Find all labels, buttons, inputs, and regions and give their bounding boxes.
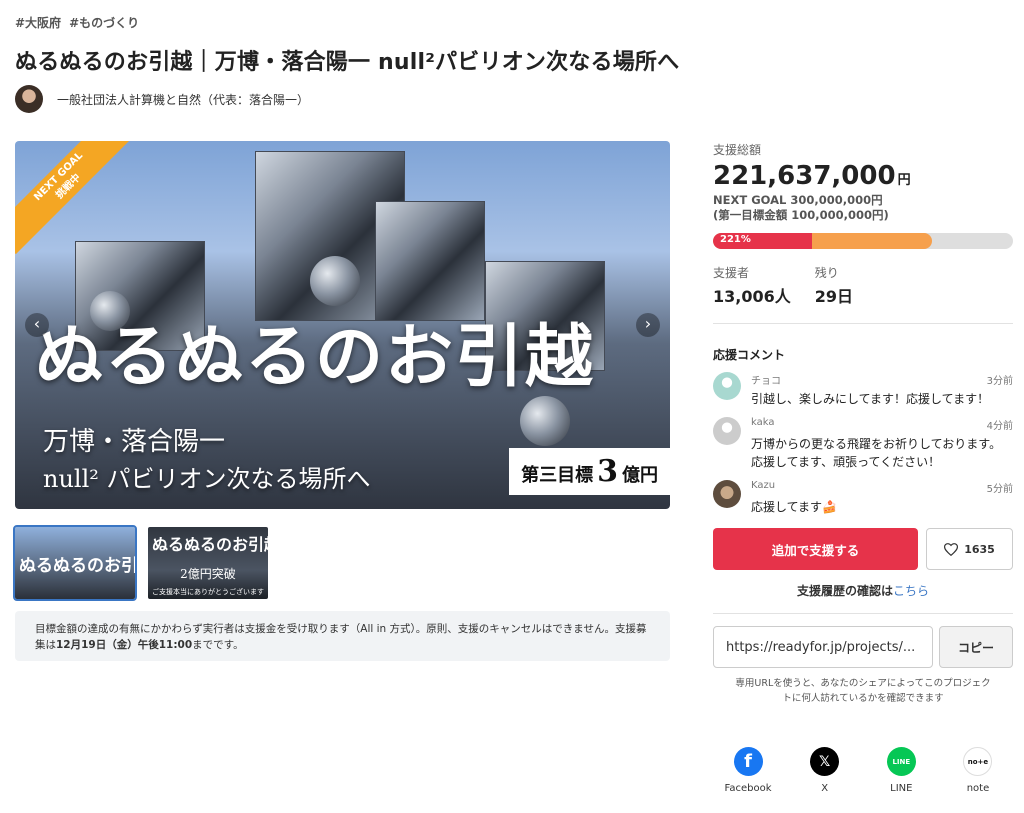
comments-section: 応援コメント チョコ 3分前 引越し、楽しみにしてます！応援してます！ kaka 4…	[713, 346, 1013, 516]
comment-item: Kazu 5分前 応援してます🍰	[713, 480, 1013, 516]
divider	[713, 613, 1013, 614]
copy-button[interactable]: コピー	[939, 626, 1013, 668]
share-note[interactable]: no+e note	[948, 747, 1008, 794]
owner-name: 一般社団法人計算機と自然（代表：落合陽一）	[57, 92, 310, 107]
notice-text-end: までです。	[192, 639, 244, 651]
history-text: 支援履歴の確認は	[796, 584, 893, 598]
comments-title: 応援コメント	[713, 348, 786, 362]
heart-icon	[944, 542, 959, 556]
amount-currency: 円	[897, 173, 911, 188]
third-goal-badge: 第三目標 3 億円	[509, 448, 670, 495]
share-label: Facebook	[724, 783, 772, 794]
all-in-notice: 目標金額の達成の有無にかかわらず実行者は支援金を受け取ります（All in 方式…	[15, 611, 670, 661]
line-icon: LINE	[886, 747, 916, 776]
carousel-next-arrow-icon[interactable]: ›	[636, 313, 660, 337]
facebook-icon: f	[733, 747, 763, 776]
badge-prefix: 第三目標	[521, 465, 594, 486]
supporters-stat: 支援者 13,006人	[713, 264, 791, 307]
supporters-label: 支援者	[713, 266, 750, 280]
thumbnail-caption: ご支援本当にありがとうございます	[152, 588, 264, 596]
like-count: 1635	[964, 542, 995, 556]
commenter-avatar	[713, 372, 741, 400]
progress-percent: 221%	[720, 234, 751, 245]
badge-number: 3	[597, 454, 618, 489]
commenter-avatar	[713, 417, 741, 445]
notice-deadline: 12月19日（金）午後11:00	[56, 639, 193, 651]
hero-sphere-shape	[310, 256, 360, 306]
thumbnail-2[interactable]: ぬるぬるのお引越 2億円突破 ご支援本当にありがとうございます	[148, 527, 268, 599]
tag-monozukuri[interactable]: #ものづくり	[69, 14, 139, 31]
share-url-note: 専用URLを使うと、あなたのシェアによってこのプロジェクトに何人訪れているかを確…	[735, 678, 991, 704]
comment-text: 万博からの更なる飛躍をお祈りしております。応援してます、頑張ってください！	[751, 437, 1002, 469]
commenter-name: kaka	[751, 417, 775, 428]
comment-item: チョコ 3分前 引越し、楽しみにしてます！応援してます！	[713, 372, 1013, 408]
comment-time: 4分前	[986, 421, 1013, 432]
share-url-row: コピー	[713, 626, 1013, 668]
support-history: 支援履歴の確認はこちら	[713, 582, 1013, 599]
like-button[interactable]: 1635	[926, 528, 1013, 570]
stats-row: 支援者 13,006人 残り 29日	[713, 264, 1013, 307]
hero-image-carousel[interactable]: NEXT GOAL 挑戦中 ぬるぬるのお引越 万博・落合陽一 null² パビリ…	[15, 141, 670, 509]
hero-sub-line-1: 万博・落合陽一	[43, 427, 226, 457]
hero-sub-line-2: null² パビリオン次なる場所へ	[43, 465, 371, 493]
remaining-value: 29日	[814, 287, 854, 306]
commenter-name: チョコ	[751, 376, 781, 387]
share-buttons: f Facebook 𝕏 X LINE LINE no+e note	[713, 747, 1013, 794]
comment-text: 応援してます🍰	[751, 500, 837, 514]
thumbnail-strip: ぬるぬるのお引越 ぬるぬるのお引越 2億円突破 ご支援本当にありがとうございます	[13, 525, 268, 601]
share-label: X	[821, 783, 829, 794]
remaining-label: 残り	[814, 266, 839, 280]
share-url-field[interactable]	[713, 626, 933, 668]
hero-main-text: ぬるぬるのお引越	[35, 317, 596, 397]
comment-text: 引越し、楽しみにしてます！応援してます！	[751, 392, 990, 406]
share-line[interactable]: LINE LINE	[871, 747, 931, 794]
next-goal-text: NEXT GOAL 300,000,000円 (第一目標金額 100,000,0…	[713, 193, 1013, 223]
badge-suffix: 億円	[622, 465, 658, 486]
commenter-avatar	[713, 480, 741, 508]
divider	[713, 323, 1013, 324]
first-goal-amount: (第一目標金額 100,000,000円)	[713, 208, 889, 222]
thumbnail-title: ぬるぬるのお引越	[152, 535, 268, 554]
thumbnail-1[interactable]: ぬるぬるのお引越	[13, 525, 137, 601]
funding-total-label: 支援総額	[713, 143, 762, 157]
share-label: LINE	[890, 783, 913, 794]
thumbnail-title: ぬるぬるのお引越	[19, 556, 135, 576]
remaining-stat: 残り 29日	[815, 264, 853, 307]
next-goal-amount: NEXT GOAL 300,000,000円	[713, 193, 883, 207]
project-owner[interactable]: 一般社団法人計算機と自然（代表：落合陽一）	[15, 85, 309, 113]
carousel-prev-arrow-icon[interactable]: ‹	[25, 313, 49, 337]
comment-time: 3分前	[986, 376, 1013, 387]
note-icon: no+e	[963, 747, 993, 776]
comment-time: 5分前	[986, 484, 1013, 495]
owner-avatar	[15, 85, 43, 113]
x-icon: 𝕏	[810, 747, 840, 776]
progress-bar: 221%	[713, 233, 1013, 249]
share-label: note	[966, 783, 990, 794]
support-button[interactable]: 追加で支援する	[713, 528, 918, 570]
project-title: ぬるぬるのお引越｜万博・落合陽一 null²パビリオン次なる場所へ	[15, 50, 680, 75]
next-goal-ribbon: NEXT GOAL 挑戦中	[15, 141, 137, 255]
share-facebook[interactable]: f Facebook	[718, 747, 778, 794]
commenter-name: Kazu	[751, 480, 776, 491]
funding-total-amount: 221,637,000 円	[713, 161, 1013, 191]
tag-osaka[interactable]: #大阪府	[15, 14, 61, 31]
supporters-value: 13,006人	[713, 287, 791, 306]
thumbnail-subtitle: 2億円突破	[180, 567, 236, 581]
amount-value: 221,637,000	[713, 161, 896, 191]
share-x[interactable]: 𝕏 X	[795, 747, 855, 794]
hero-sphere-shape	[520, 396, 570, 446]
tag-list: #大阪府 #ものづくり	[15, 14, 139, 31]
action-buttons: 追加で支援する 1635	[713, 528, 1013, 570]
history-link[interactable]: こちら	[893, 584, 929, 598]
funding-sidebar: 支援総額 221,637,000 円 NEXT GOAL 300,000,000円…	[713, 141, 1013, 706]
comment-item: kaka 4分前 万博からの更なる飛躍をお祈りしております。応援してます、頑張って…	[713, 417, 1013, 471]
